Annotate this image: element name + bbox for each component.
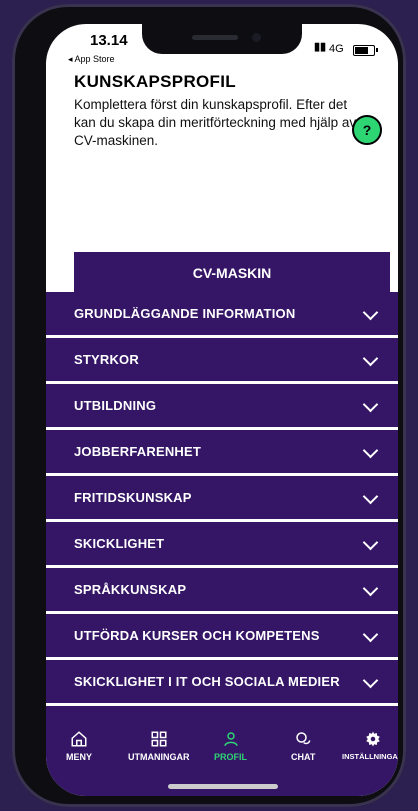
page-title: KUNSKAPSPROFIL	[74, 72, 236, 91]
battery-icon	[353, 45, 378, 56]
section-label: SKICKLIGHET	[74, 536, 165, 551]
phone-frame: 13.14 ◂ App Store ▮▮ 4G KUNSKAPSPROFIL K…	[12, 4, 406, 807]
screen: 13.14 ◂ App Store ▮▮ 4G KUNSKAPSPROFIL K…	[46, 24, 398, 796]
status-time: 13.14	[90, 32, 128, 49]
section-label: STYRKOR	[74, 352, 139, 367]
page-description: Komplettera först din kunskapsprofil. Ef…	[74, 97, 357, 148]
chevron-down-icon	[362, 626, 379, 643]
section-label: JOBBERFARENHET	[74, 444, 202, 459]
camera	[252, 33, 261, 42]
help-button[interactable]: ?	[352, 115, 382, 145]
chevron-down-icon	[362, 534, 379, 551]
home-icon	[71, 731, 87, 747]
tab-label: PROFIL	[214, 752, 247, 762]
chevron-down-icon	[362, 304, 379, 321]
tab-label: INSTÄLLNINGAR	[342, 752, 398, 761]
section-label: UTFÖRDA KURSER OCH KOMPETENS	[74, 628, 320, 643]
tab-label: MENY	[66, 752, 93, 762]
gear-icon	[365, 731, 380, 747]
section-utbildning[interactable]: UTBILDNING	[46, 384, 398, 430]
signal-icon: ▮▮	[314, 41, 327, 53]
section-label: GRUNDLÄGGANDE INFORMATION	[74, 306, 296, 321]
back-to-app-store-link[interactable]: ◂ App Store	[68, 54, 115, 65]
section-grundlaggande-information[interactable]: GRUNDLÄGGANDE INFORMATION	[46, 292, 398, 338]
section-label: SKICKLIGHET I IT OCH SOCIALA MEDIER	[74, 674, 340, 689]
tab-installningar[interactable]: INSTÄLLNINGAR	[342, 730, 398, 761]
chevron-down-icon	[362, 396, 379, 413]
section-label: SPRÅKKUNSKAP	[74, 582, 187, 597]
section-skicklighet[interactable]: SKICKLIGHET	[46, 522, 398, 568]
section-jobberfarenhet[interactable]: JOBBERFARENHET	[46, 430, 398, 476]
chevron-down-icon	[362, 488, 379, 505]
chevron-down-icon	[362, 580, 379, 597]
home-indicator	[168, 784, 278, 789]
tab-utmaningar[interactable]: UTMANINGAR	[128, 730, 190, 762]
tab-label: CHAT	[291, 752, 316, 762]
section-skicklighet-it[interactable]: SKICKLIGHET I IT OCH SOCIALA MEDIER	[46, 660, 398, 706]
bottom-tab-bar: MENY UTMANINGAR PROFIL CHAT INSTÄLLNINGA…	[46, 722, 398, 796]
cv-machine-button[interactable]: CV-MASKIN	[74, 252, 390, 296]
tab-profil[interactable]: PROFIL	[214, 730, 247, 762]
tab-meny[interactable]: MENY	[66, 730, 92, 762]
chevron-down-icon	[362, 442, 379, 459]
tab-label: UTMANINGAR	[128, 752, 190, 762]
tab-chat[interactable]: CHAT	[291, 730, 315, 762]
section-label: UTBILDNING	[74, 398, 157, 413]
section-sprakkunskap[interactable]: SPRÅKKUNSKAP	[46, 568, 398, 614]
section-label: FRITIDSKUNSKAP	[74, 490, 192, 505]
notch	[142, 24, 302, 54]
chat-icon	[296, 732, 311, 745]
person-icon	[223, 732, 238, 747]
section-utforda-kurser[interactable]: UTFÖRDA KURSER OCH KOMPETENS	[46, 614, 398, 660]
profile-header: KUNSKAPSPROFIL Komplettera först din kun…	[46, 62, 398, 296]
network-type: 4G	[329, 43, 344, 55]
speaker	[192, 35, 238, 40]
chevron-down-icon	[362, 672, 379, 689]
section-fritidskunskap[interactable]: FRITIDSKUNSKAP	[46, 476, 398, 522]
chevron-down-icon	[362, 350, 379, 367]
profile-sections: GRUNDLÄGGANDE INFORMATION STYRKOR UTBILD…	[46, 292, 398, 722]
section-styrkor[interactable]: STYRKOR	[46, 338, 398, 384]
grid-icon	[151, 731, 167, 747]
